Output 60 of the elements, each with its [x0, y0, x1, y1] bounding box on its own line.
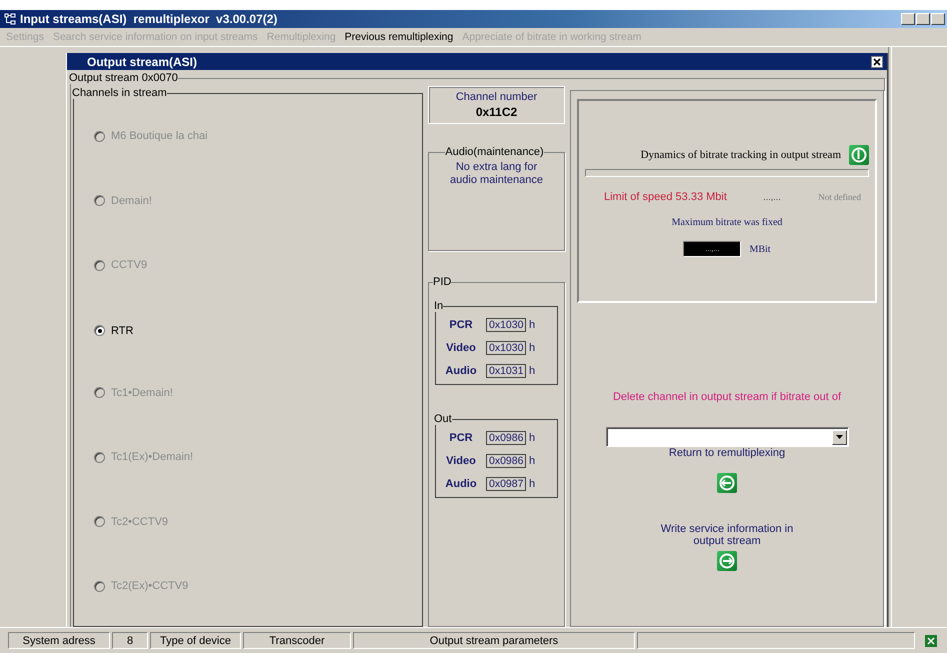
pid-value-field: 0x1031: [486, 364, 526, 378]
action-label: Write service information in output stream: [660, 523, 794, 547]
bitrate-display: ...,...: [683, 241, 742, 257]
fixed-bitrate-label: Maximum bitrate was fixed: [670, 217, 784, 228]
status-panel: 8: [112, 632, 148, 649]
group-title: Audio(maintenance): [445, 146, 544, 158]
group-title: PID: [433, 276, 452, 288]
pid-label: Audio: [444, 478, 478, 490]
radio-button[interactable]: [94, 325, 105, 336]
speed-limit-label: Limit of speed 53.33 Mbit: [604, 191, 728, 203]
tree-icon: [3, 12, 17, 26]
unit-label: h: [529, 342, 536, 354]
monitor-label: Dynamics of bitrate tracking in output stream: [640, 149, 841, 161]
menu-item[interactable]: Previous remultiplexing: [344, 31, 454, 43]
status-panel: Transcoder: [243, 632, 351, 649]
pid-value-field: 0x1030: [486, 318, 526, 332]
group-title: In: [434, 300, 444, 312]
pid-label: Audio: [444, 365, 478, 377]
unit-label: h: [529, 478, 536, 490]
pid-value-field: 0x1030: [486, 341, 526, 355]
pid-value-field: 0x0987: [486, 477, 526, 491]
pid-label: PCR: [448, 432, 474, 444]
tracking-toggle-button[interactable]: [849, 145, 869, 165]
unit-label: h: [529, 365, 536, 377]
minimize-button[interactable]: [901, 13, 915, 25]
group-title: Channels in stream: [72, 87, 167, 99]
pid-value-field: 0x0986: [486, 454, 526, 468]
close-button[interactable]: [931, 13, 945, 25]
unit-label: h: [529, 319, 536, 331]
arrow-right-icon: [717, 551, 737, 571]
forward-button[interactable]: [717, 551, 737, 571]
channel-number-value: 0x11C2: [476, 105, 518, 119]
maximize-button[interactable]: [916, 13, 930, 25]
audio-message: No extra lang for audio maintenance: [449, 160, 544, 187]
dialog-title: Output stream(ASI): [87, 54, 198, 68]
delete-condition-label: Delete channel in output stream if bitrate out of: [612, 391, 842, 403]
unit-label: MBit: [749, 244, 771, 254]
status-panel: Output stream parameters: [353, 632, 635, 649]
group-title: Out: [434, 413, 452, 425]
status-panel: System adress: [8, 632, 110, 649]
arrow-left-icon: [717, 473, 737, 493]
group-title: Output stream 0x0070: [69, 72, 178, 84]
back-button[interactable]: [717, 473, 737, 493]
bitrate-reading: ...,...: [763, 192, 782, 202]
close-icon[interactable]: [871, 56, 883, 68]
window-title: Input streams(ASI) remultiplexor v3.00.07(2): [20, 12, 278, 26]
power-icon: [849, 145, 869, 165]
channel-number-label: Channel number: [456, 91, 538, 103]
unit-label: h: [529, 432, 536, 444]
pid-value-field: 0x0986: [486, 431, 526, 445]
action-label: Return to remultiplexing: [668, 447, 786, 459]
pid-label: Video: [445, 455, 477, 467]
tray-icon: [925, 634, 937, 646]
channel-radio-option[interactable]: RTR: [94, 324, 134, 337]
pid-label: Video: [445, 342, 477, 354]
bitrate-dropdown[interactable]: [606, 427, 848, 447]
pid-label: PCR: [448, 319, 474, 331]
unit-label: h: [529, 455, 536, 467]
status-panel: Type of device: [150, 632, 241, 649]
status-text: Not defined: [818, 192, 861, 202]
